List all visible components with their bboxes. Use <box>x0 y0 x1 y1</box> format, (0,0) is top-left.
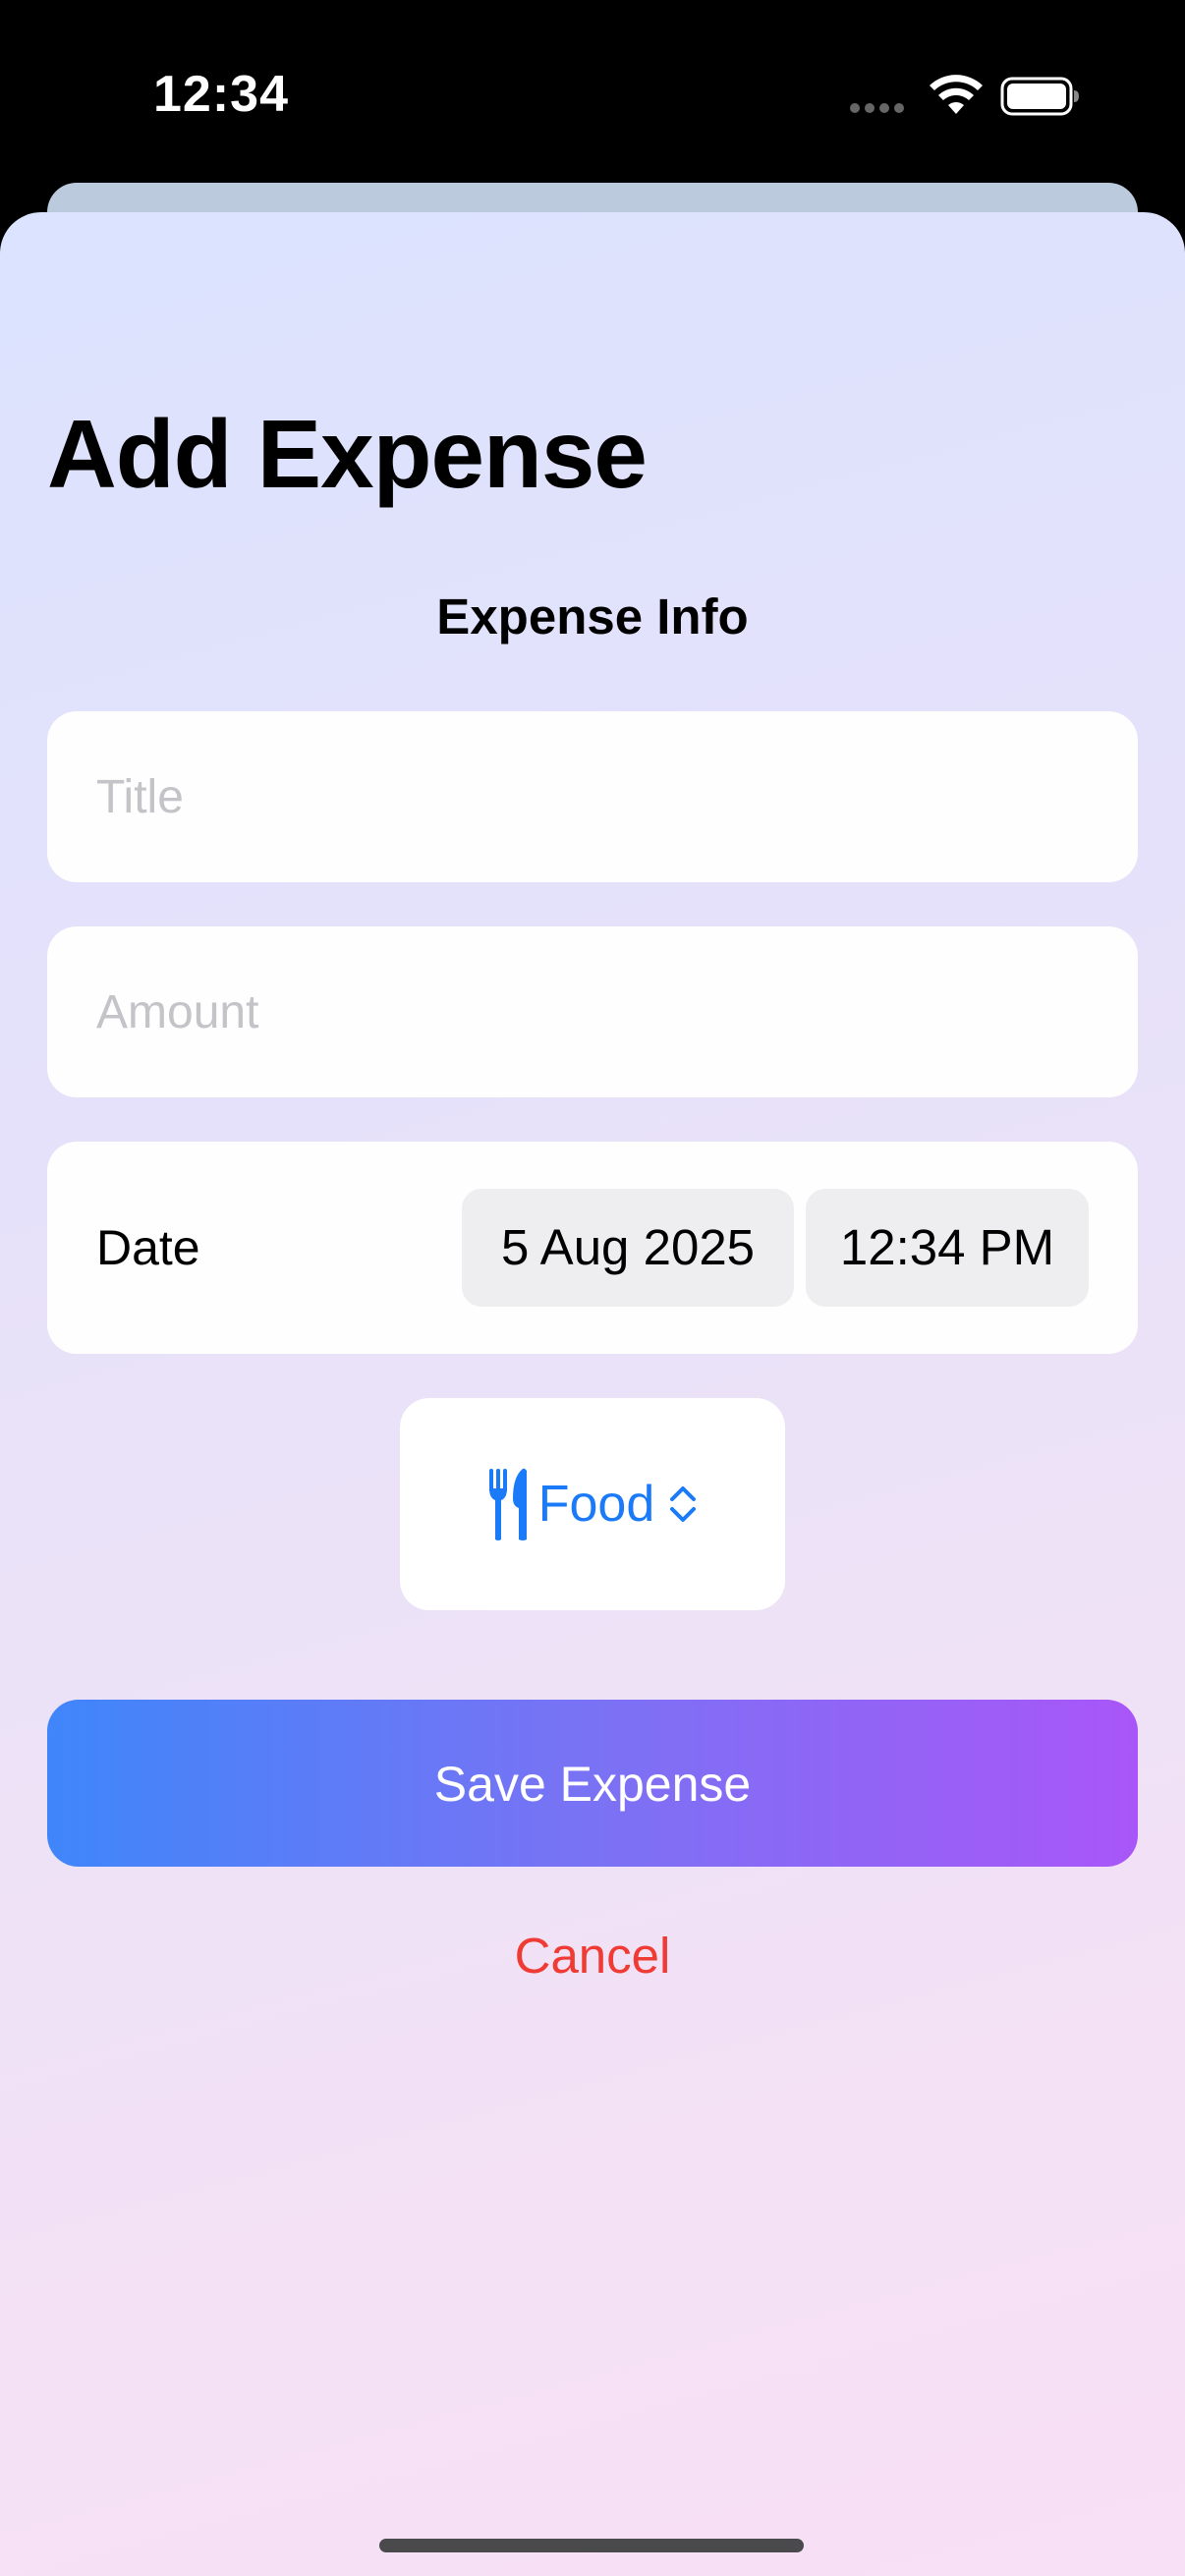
amount-input[interactable] <box>47 926 1138 1097</box>
page-title: Add Expense <box>47 400 648 508</box>
home-indicator[interactable] <box>379 2539 804 2552</box>
section-header: Expense Info <box>436 588 749 644</box>
category-label: Food <box>537 1476 655 1533</box>
amount-field[interactable] <box>47 926 1138 1097</box>
fork-knife-icon <box>488 1468 527 1540</box>
category-picker[interactable]: Food <box>400 1398 785 1610</box>
chevron-up-down-icon <box>670 1486 697 1522</box>
cellular-signal-icon <box>850 103 904 113</box>
date-label: Date <box>96 1220 200 1275</box>
status-time: 12:34 <box>153 66 289 123</box>
add-expense-sheet: Add Expense Expense Info Date 5 Aug 2025… <box>0 212 1185 2576</box>
save-expense-button[interactable]: Save Expense <box>47 1700 1138 1867</box>
title-input[interactable] <box>47 711 1138 882</box>
date-picker-button[interactable]: 5 Aug 2025 <box>462 1189 794 1307</box>
title-field[interactable] <box>47 711 1138 882</box>
battery-icon <box>1000 77 1079 116</box>
cancel-button[interactable]: Cancel <box>0 1927 1185 1985</box>
date-row: Date 5 Aug 2025 12:34 PM <box>47 1142 1138 1354</box>
time-picker-button[interactable]: 12:34 PM <box>806 1189 1089 1307</box>
status-bar: 12:34 <box>0 0 1185 187</box>
wifi-icon <box>930 75 983 114</box>
